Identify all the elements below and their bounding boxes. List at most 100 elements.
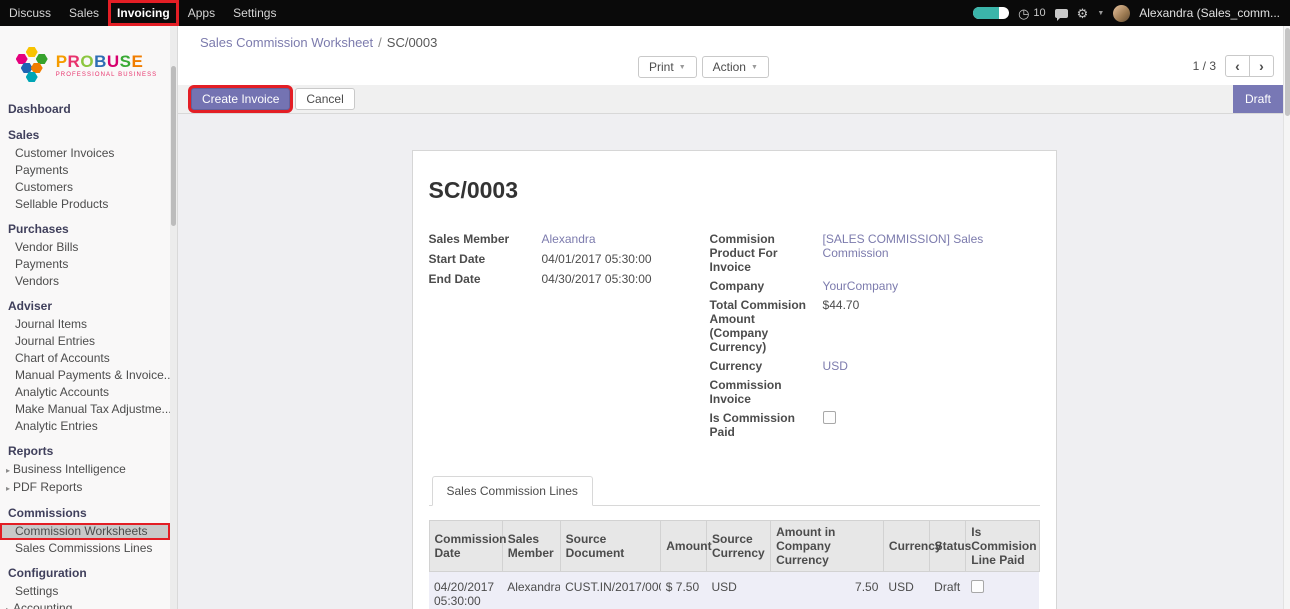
logo-letter: R xyxy=(68,52,81,71)
field-value-company[interactable]: YourCompany xyxy=(823,279,1040,293)
field-value-start-date: 04/01/2017 05:30:00 xyxy=(542,252,710,266)
window-scrollbar-thumb[interactable] xyxy=(1285,28,1290,116)
sidebar-item-pdf-reports[interactable]: ▸PDF Reports xyxy=(0,479,170,497)
clock-icon[interactable]: ◷ xyxy=(1018,7,1029,20)
sidebar-item-settings[interactable]: Settings xyxy=(0,583,170,600)
sidebar-item-payments[interactable]: Payments xyxy=(0,256,170,273)
nav-item-sales[interactable]: Sales xyxy=(60,0,108,26)
sidebar-item-chart-of-accounts[interactable]: Chart of Accounts xyxy=(0,350,170,367)
cancel-button[interactable]: Cancel xyxy=(295,88,354,110)
menu-header-commissions[interactable]: Commissions xyxy=(0,504,170,523)
field-groups: Sales MemberAlexandraStart Date04/01/201… xyxy=(429,232,1040,444)
menu-section-dashboard: Dashboard xyxy=(0,100,170,119)
field-value-end-date: 04/30/2017 05:30:00 xyxy=(542,272,710,286)
cell-amount-in-company-currency: 7.50 xyxy=(771,572,884,609)
field-value-currency[interactable]: USD xyxy=(823,359,1040,373)
menu-header-reports[interactable]: Reports xyxy=(0,442,170,461)
sidebar-item-accounting[interactable]: ▸Accounting xyxy=(0,600,170,609)
sidebar-item-vendors[interactable]: Vendors xyxy=(0,273,170,290)
expand-arrow-icon[interactable]: ▸ xyxy=(6,484,10,493)
field-value-commision-product-for-invoice[interactable]: [SALES COMMISSION] Sales Commission xyxy=(823,232,1040,274)
checkbox-is-commission-paid[interactable] xyxy=(823,411,836,424)
sidebar-item-analytic-accounts[interactable]: Analytic Accounts xyxy=(0,384,170,401)
menu-header-adviser[interactable]: Adviser xyxy=(0,297,170,316)
window-scrollbar[interactable] xyxy=(1283,26,1290,609)
sidebar-item-commission-worksheets[interactable]: Commission Worksheets xyxy=(0,523,170,540)
user-avatar[interactable] xyxy=(1113,5,1130,22)
field-end-date: End Date04/30/2017 05:30:00 xyxy=(429,272,710,286)
menu-header-purchases[interactable]: Purchases xyxy=(0,220,170,239)
user-menu[interactable]: Alexandra (Sales_comm... xyxy=(1139,6,1280,20)
pager-previous-button[interactable]: ‹ xyxy=(1225,55,1250,77)
activity-count: 10 xyxy=(1033,7,1045,19)
field-start-date: Start Date04/01/2017 05:30:00 xyxy=(429,252,710,266)
gear-icon[interactable]: ⚙ xyxy=(1077,7,1089,20)
column-header-amount-in-company-currency[interactable]: Amount in Company Currency xyxy=(771,521,884,572)
status-badge[interactable]: Draft xyxy=(1233,85,1283,113)
sidebar-item-analytic-entries[interactable]: Analytic Entries xyxy=(0,418,170,435)
planner-progress-indicator[interactable] xyxy=(973,7,1009,19)
sidebar-scrollbar-thumb[interactable] xyxy=(171,66,176,226)
print-button[interactable]: Print ▼ xyxy=(638,56,697,78)
planner-progress-fill xyxy=(973,7,999,19)
logo-letter: P xyxy=(56,52,68,71)
sidebar-item-business-intelligence[interactable]: ▸Business Intelligence xyxy=(0,461,170,479)
field-is-commission-paid: Is Commission Paid xyxy=(710,411,1040,439)
menu-header-configuration[interactable]: Configuration xyxy=(0,564,170,583)
logo-letter: B xyxy=(94,52,107,71)
expand-arrow-icon[interactable]: ▸ xyxy=(6,605,10,609)
field-value-total-commision-amount-company-currency: $44.70 xyxy=(823,298,1040,354)
sidebar-item-vendor-bills[interactable]: Vendor Bills xyxy=(0,239,170,256)
messages-icon[interactable] xyxy=(1055,9,1068,18)
sidebar-item-sellable-products[interactable]: Sellable Products xyxy=(0,196,170,213)
field-group-left: Sales MemberAlexandraStart Date04/01/201… xyxy=(429,232,710,444)
logo-hex-icon xyxy=(26,72,38,82)
menu-section-purchases: PurchasesVendor BillsPaymentsVendors xyxy=(0,220,170,290)
sidebar-item-sales-commissions-lines[interactable]: Sales Commissions Lines xyxy=(0,540,170,557)
sidebar-item-journal-items[interactable]: Journal Items xyxy=(0,316,170,333)
column-header-sales-member[interactable]: Sales Member xyxy=(502,521,560,572)
sidebar-item-customer-invoices[interactable]: Customer Invoices xyxy=(0,145,170,162)
breadcrumb-parent-link[interactable]: Sales Commission Worksheet xyxy=(200,35,373,50)
sidebar-item-manual-payments-invoice[interactable]: Manual Payments & Invoice... xyxy=(0,367,170,384)
column-header-currency[interactable]: Currency xyxy=(883,521,929,572)
chevron-down-icon: ▼ xyxy=(1097,10,1104,17)
menu-section-reports: Reports▸Business Intelligence▸PDF Report… xyxy=(0,442,170,497)
column-header-amount[interactable]: Amount xyxy=(661,521,707,572)
nav-item-discuss[interactable]: Discuss xyxy=(0,0,60,26)
table-row[interactable]: 04/20/2017 05:30:00AlexandraCUST.IN/2017… xyxy=(429,572,1039,609)
action-button-label: Action xyxy=(713,60,746,74)
menu-header-sales[interactable]: Sales xyxy=(0,126,170,145)
logo-letter: U xyxy=(107,52,120,71)
nav-item-invoicing[interactable]: Invoicing xyxy=(108,0,179,26)
commission-lines-table: Commission DateSales MemberSource Docume… xyxy=(429,520,1040,609)
sidebar-item-make-manual-tax-adjustme[interactable]: Make Manual Tax Adjustme... xyxy=(0,401,170,418)
caret-down-icon: ▼ xyxy=(679,64,686,71)
nav-item-settings[interactable]: Settings xyxy=(224,0,285,26)
pager-next-button[interactable]: › xyxy=(1249,55,1274,77)
sidebar-item-customers[interactable]: Customers xyxy=(0,179,170,196)
nav-item-apps[interactable]: Apps xyxy=(179,0,224,26)
menu-section-adviser: AdviserJournal ItemsJournal EntriesChart… xyxy=(0,297,170,435)
sidebar-item-journal-entries[interactable]: Journal Entries xyxy=(0,333,170,350)
create-invoice-button[interactable]: Create Invoice xyxy=(191,88,290,110)
print-button-label: Print xyxy=(649,60,674,74)
field-value-sales-member[interactable]: Alexandra xyxy=(542,232,710,246)
menu-header-dashboard[interactable]: Dashboard xyxy=(0,100,170,119)
menu-section-configuration: ConfigurationSettings▸Accounting▸Managem… xyxy=(0,564,170,609)
control-panel-buttons: Print ▼ Action ▼ xyxy=(638,56,769,78)
cell-currency: USD xyxy=(883,572,929,609)
top-navbar: DiscussSalesInvoicingAppsSettings ◷ 10 ⚙… xyxy=(0,0,1290,26)
expand-arrow-icon[interactable]: ▸ xyxy=(6,466,10,475)
action-button[interactable]: Action ▼ xyxy=(702,56,769,78)
column-header-is-commision-line-paid[interactable]: Is Commision Line Paid xyxy=(966,521,1039,572)
tab-sales-commission-lines[interactable]: Sales Commission Lines xyxy=(432,476,593,506)
line-paid-checkbox[interactable] xyxy=(971,580,984,593)
cell-source-currency: USD xyxy=(707,572,771,609)
sidebar-item-payments[interactable]: Payments xyxy=(0,162,170,179)
column-header-status[interactable]: Status xyxy=(929,521,966,572)
sidebar-scrollbar[interactable] xyxy=(170,26,177,609)
column-header-commission-date[interactable]: Commission Date xyxy=(429,521,502,572)
column-header-source-document[interactable]: Source Document xyxy=(560,521,661,572)
column-header-source-currency[interactable]: Source Currency xyxy=(707,521,771,572)
